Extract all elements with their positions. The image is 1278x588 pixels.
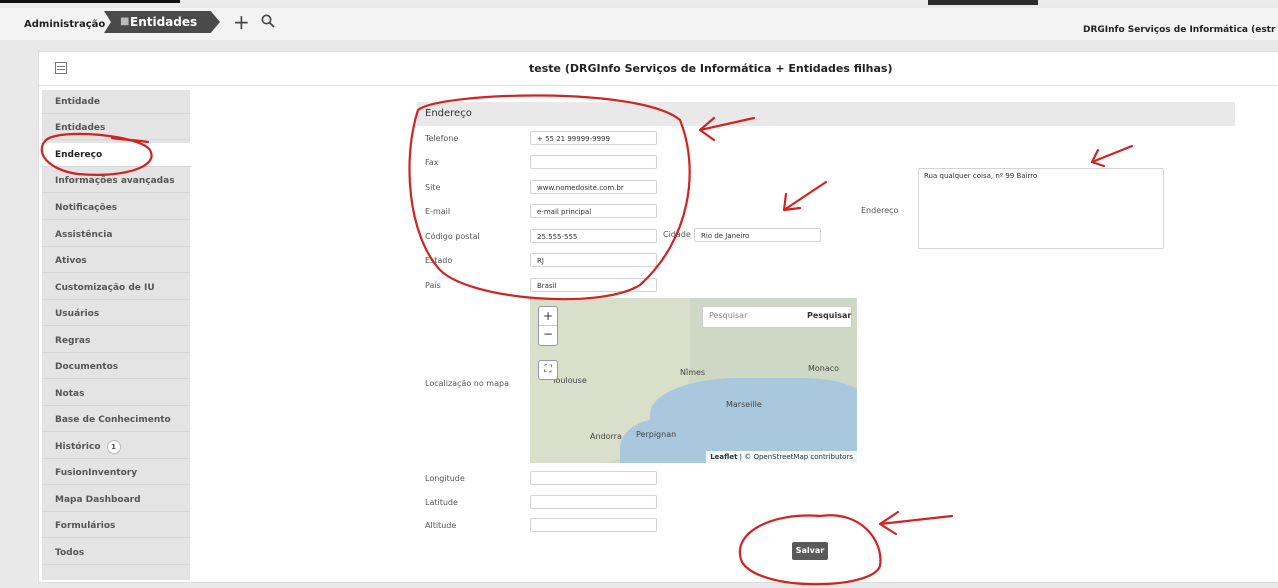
sidebar-item-historico[interactable]: Histórico 1 [42,435,190,459]
endereco-textarea[interactable]: Rua qualquer coisa, nº 99 Bairro [918,168,1164,249]
cidade-input[interactable]: Rio de Janeiro [694,228,821,242]
breadcrumb-admin[interactable]: Administração [24,19,105,30]
email-input[interactable]: e-mail principal [530,204,657,218]
longitude-input[interactable] [530,471,657,485]
sidebar: Entidade Entidades Endereço Informações … [42,90,192,580]
map-city-label: Nîmes [680,368,706,377]
sidebar-item-usuarios[interactable]: Usuários [42,302,190,326]
altitude-label: Altitude [425,521,457,530]
site-label: Site [425,183,441,192]
save-button[interactable]: Salvar [792,542,828,560]
site-input[interactable]: www.nomedosite.com.br [530,180,657,194]
sidebar-item-notas[interactable]: Notas [42,382,190,406]
telefone-input[interactable]: + 55 21 99999-9999 [530,131,657,145]
map-zoom-control: + − [538,306,558,346]
fullscreen-icon[interactable]: ⛶ [538,360,558,380]
latitude-label: Latitude [425,498,458,507]
search-icon[interactable] [261,14,275,28]
osm-attribution: | © OpenStreetMap contributors [737,453,853,461]
sidebar-item-customizacao[interactable]: Customização de IU [42,276,190,300]
zoom-out-button[interactable]: − [539,326,557,344]
sidebar-item-regras[interactable]: Regras [42,329,190,353]
map-city-label: Monaco [808,364,840,373]
sidebar-item-informacoes-avancadas[interactable]: Informações avançadas [42,169,190,193]
codigo-postal-label: Código postal [425,232,480,241]
email-label: E-mail [425,207,451,216]
mapa-label: Localização no mapa [425,379,509,388]
leaflet-link[interactable]: Leaflet [710,453,737,461]
location-map[interactable]: Toulouse Nîmes Marseille Monaco Perpigna… [530,298,857,463]
longitude-label: Longitude [425,474,465,483]
latitude-input[interactable] [530,495,657,509]
cidade-label: Cidade [663,230,691,239]
sidebar-item-fusioninventory[interactable]: FusionInventory [42,461,190,485]
section-header: Endereço [417,102,1235,126]
sidebar-item-todos[interactable]: Todos [42,541,190,565]
map-search-input[interactable]: Pesquisar [709,311,747,320]
map-city-label: Marseille [726,400,762,409]
sidebar-item-ativos[interactable]: Ativos [42,249,190,273]
count-badge: 1 [106,439,121,454]
endereco-label: Endereço [861,206,899,215]
sidebar-item-entidade[interactable]: Entidade [42,90,190,114]
main-panel: teste (DRGInfo Serviços de Informática +… [38,51,1278,583]
codigo-postal-input[interactable]: 25.555-555 [530,229,657,243]
page-title: teste (DRGInfo Serviços de Informática +… [529,62,893,75]
estado-label: Estado [425,256,453,265]
map-search-box[interactable]: Pesquisar Pesquisar [702,306,852,328]
pais-label: País [425,281,441,290]
altitude-input[interactable] [530,518,657,532]
active-entity[interactable]: DRGInfo Serviços de Informática (estr [1083,25,1275,35]
sidebar-item-assistencia[interactable]: Assistência [42,223,190,247]
breadcrumb-entidades-label: Entidades [130,15,198,29]
map-search-button[interactable]: Pesquisar [807,311,851,320]
breadcrumb-entidades[interactable]: ■ Entidades [104,11,220,33]
sidebar-item-entidades[interactable]: Entidades [42,116,190,140]
estado-input[interactable]: RJ [530,253,657,267]
add-icon[interactable]: + [233,12,250,32]
sidebar-item-mapa-dashboard[interactable]: Mapa Dashboard [42,488,190,512]
page-header: teste (DRGInfo Serviços de Informática +… [39,52,1278,86]
sidebar-item-documentos[interactable]: Documentos [42,355,190,379]
list-icon[interactable] [55,62,67,74]
map-attribution: Leaflet | © OpenStreetMap contributors [706,451,857,463]
entity-icon: ■ [120,16,130,27]
sidebar-item-formularios[interactable]: Formulários [42,514,190,538]
top-strip [0,0,1278,5]
telefone-label: Telefone [425,134,459,143]
fax-label: Fax [425,158,439,167]
sidebar-item-notificacoes[interactable]: Notificações [42,196,190,220]
pais-input[interactable]: Brasil [530,278,657,292]
fax-input[interactable] [530,155,657,169]
sidebar-item-base-conhecimento[interactable]: Base de Conhecimento [42,408,190,432]
sidebar-item-historico-label: Histórico [55,442,101,452]
zoom-in-button[interactable]: + [539,307,557,326]
map-city-label: Andorra [590,432,622,441]
sidebar-item-endereco[interactable]: Endereço [42,143,192,167]
map-city-label: Perpignan [636,430,677,439]
